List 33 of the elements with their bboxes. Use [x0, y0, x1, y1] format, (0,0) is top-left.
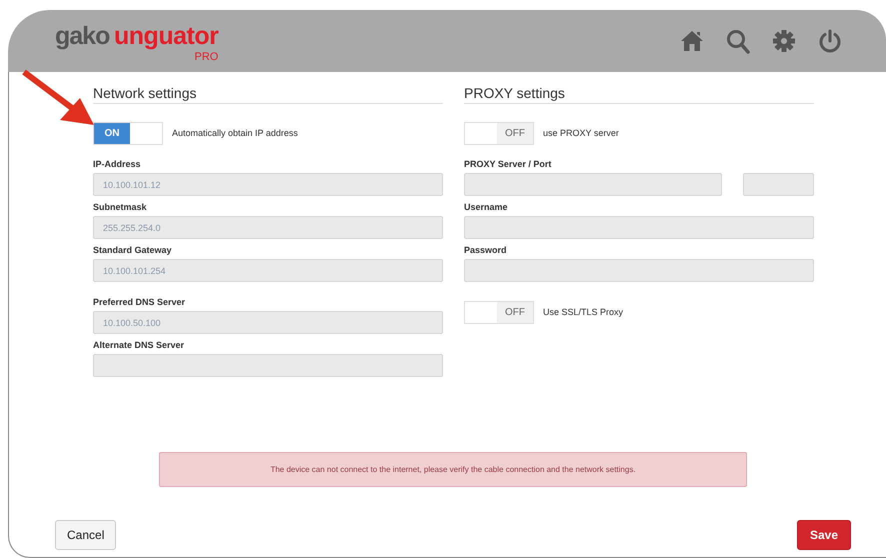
input-field[interactable]: 10.100.101.12 [93, 173, 443, 196]
input-field[interactable]: 10.100.50.100 [93, 311, 443, 334]
input-field[interactable] [464, 216, 814, 239]
server-input-field[interactable] [464, 173, 722, 196]
port-input-field[interactable] [743, 173, 814, 196]
input-field[interactable]: 10.100.101.254 [93, 259, 443, 282]
search-icon[interactable] [726, 28, 750, 54]
cancel-button[interactable]: Cancel [55, 520, 116, 550]
toggle-switch[interactable]: OFF [464, 300, 534, 324]
toggle-label: use PROXY server [543, 128, 619, 138]
field-label: PROXY Server / Port [464, 159, 552, 169]
pointer-arrow-icon [22, 68, 94, 126]
section-title: Network settings [93, 85, 443, 104]
toggle-switch[interactable]: OFF [464, 122, 534, 144]
home-icon[interactable] [680, 30, 704, 52]
toggle-label: Automatically obtain IP address [172, 128, 298, 138]
input-field[interactable] [464, 259, 814, 282]
section-title: PROXY settings [464, 85, 814, 104]
field-label: Alternate DNS Server [93, 340, 186, 350]
alert-message: The device can not connect to the internet, please verify the cable connection and the network settings. [270, 465, 636, 474]
input-field[interactable]: 255.255.254.0 [93, 216, 443, 239]
toggle-switch[interactable]: ON [93, 122, 163, 144]
toggle-label: Use SSL/TLS Proxy [543, 307, 624, 317]
field-label: Password [464, 245, 508, 255]
field-label: Standard Gateway [93, 245, 173, 255]
field-label: Subnetmask [93, 202, 148, 212]
logo: gako unguator PRO [55, 22, 218, 60]
field-label: Preferred DNS Server [93, 297, 186, 307]
field-label: Username [464, 202, 509, 212]
power-icon[interactable] [818, 28, 842, 54]
input-field[interactable] [93, 354, 443, 377]
field-label: IP-Address [93, 159, 142, 169]
save-button[interactable]: Save [796, 520, 851, 550]
